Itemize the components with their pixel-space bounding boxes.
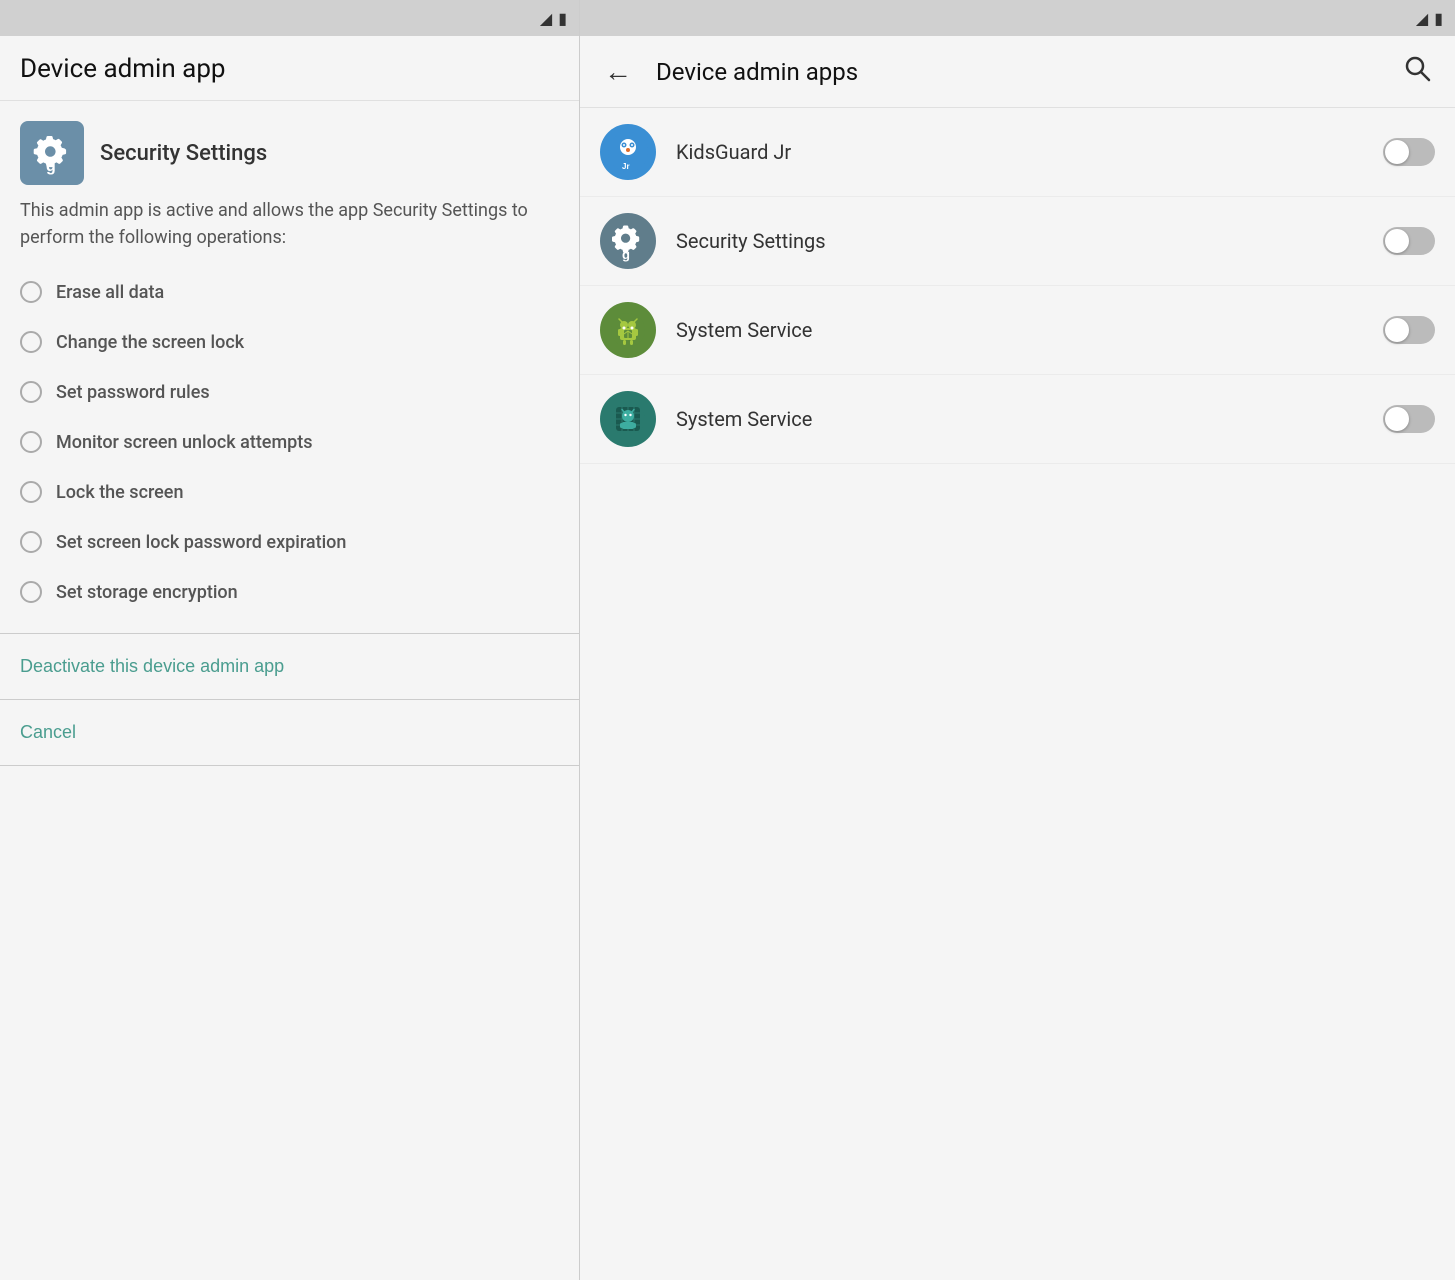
app-header: g Security Settings (0, 101, 579, 197)
right-panel-title: Device admin apps (656, 58, 1379, 86)
list-item: Erase all data (20, 267, 559, 317)
android-green-icon (610, 312, 646, 348)
permission-label: Erase all data (56, 282, 164, 303)
security-toggle[interactable] (1383, 227, 1435, 255)
svg-text:g: g (46, 158, 56, 175)
security-settings-list-icon: g (600, 213, 656, 269)
left-panel-title: Device admin app (20, 54, 559, 84)
system2-toggle[interactable] (1383, 405, 1435, 433)
checkbox-monitor (20, 431, 42, 453)
list-item: System Service (580, 375, 1455, 464)
list-item: g Security Settings (580, 197, 1455, 286)
list-item: Jr KidsGuard Jr (580, 108, 1455, 197)
checkbox-expiration (20, 531, 42, 553)
list-item: Change the screen lock (20, 317, 559, 367)
svg-text:Jr: Jr (622, 162, 630, 171)
app-system2-name: System Service (676, 407, 1363, 431)
left-panel: ◢ ▮ Device admin app g Security Settings (0, 0, 580, 1280)
signal-icon-left: ◢ (540, 9, 552, 28)
permission-label: Set password rules (56, 382, 210, 403)
kidsguard-icon: Jr (600, 124, 656, 180)
status-bar-left: ◢ ▮ (0, 0, 579, 36)
permission-label: Set screen lock password expiration (56, 532, 346, 553)
search-icon (1403, 54, 1431, 82)
signal-icon-right: ◢ (1416, 9, 1428, 28)
app-system1-name: System Service (676, 318, 1363, 342)
system-service-1-icon (600, 302, 656, 358)
permission-label: Change the screen lock (56, 332, 244, 353)
checkbox-encryption (20, 581, 42, 603)
app-name: Security Settings (100, 141, 267, 166)
app-kidsguard-name: KidsGuard Jr (676, 140, 1363, 164)
deactivate-button[interactable]: Deactivate this device admin app (0, 634, 579, 699)
list-item: Set screen lock password expiration (20, 517, 559, 567)
system-service-2-icon (600, 391, 656, 447)
permission-label: Set storage encryption (56, 582, 238, 603)
list-item: Set storage encryption (20, 567, 559, 617)
permission-list: Erase all data Change the screen lock Se… (0, 267, 579, 633)
list-item: Lock the screen (20, 467, 559, 517)
kidsguard-logo: Jr (607, 131, 649, 173)
app-list: Jr KidsGuard Jr g Security Settings (580, 108, 1455, 464)
status-bar-right: ◢ ▮ (580, 0, 1455, 36)
list-item: Set password rules (20, 367, 559, 417)
checkbox-erase (20, 281, 42, 303)
cancel-button[interactable]: Cancel (0, 700, 579, 765)
list-item: System Service (580, 286, 1455, 375)
right-panel: ◢ ▮ ← Device admin apps (580, 0, 1455, 1280)
left-content: g Security Settings This admin app is ac… (0, 101, 579, 1280)
svg-text:g: g (622, 247, 630, 262)
search-button[interactable] (1395, 50, 1439, 93)
divider-3 (0, 765, 579, 766)
list-item: Monitor screen unlock attempts (20, 417, 559, 467)
permission-label: Lock the screen (56, 482, 183, 503)
kidsguard-toggle[interactable] (1383, 138, 1435, 166)
back-button[interactable]: ← (596, 52, 640, 92)
security-gear-icon: g (600, 213, 656, 269)
permission-label: Monitor screen unlock attempts (56, 432, 313, 453)
checkbox-screen-lock (20, 331, 42, 353)
app-security-name: Security Settings (676, 229, 1363, 253)
security-settings-icon: g (20, 121, 84, 185)
system1-toggle[interactable] (1383, 316, 1435, 344)
checkbox-password-rules (20, 381, 42, 403)
description-text: This admin app is active and allows the … (0, 197, 579, 267)
battery-icon-right: ▮ (1434, 9, 1443, 28)
left-title-bar: Device admin app (0, 36, 579, 101)
battery-icon-left: ▮ (558, 9, 567, 28)
checkbox-lock-screen (20, 481, 42, 503)
android-teal-icon (610, 401, 646, 437)
right-header: ← Device admin apps (580, 36, 1455, 108)
